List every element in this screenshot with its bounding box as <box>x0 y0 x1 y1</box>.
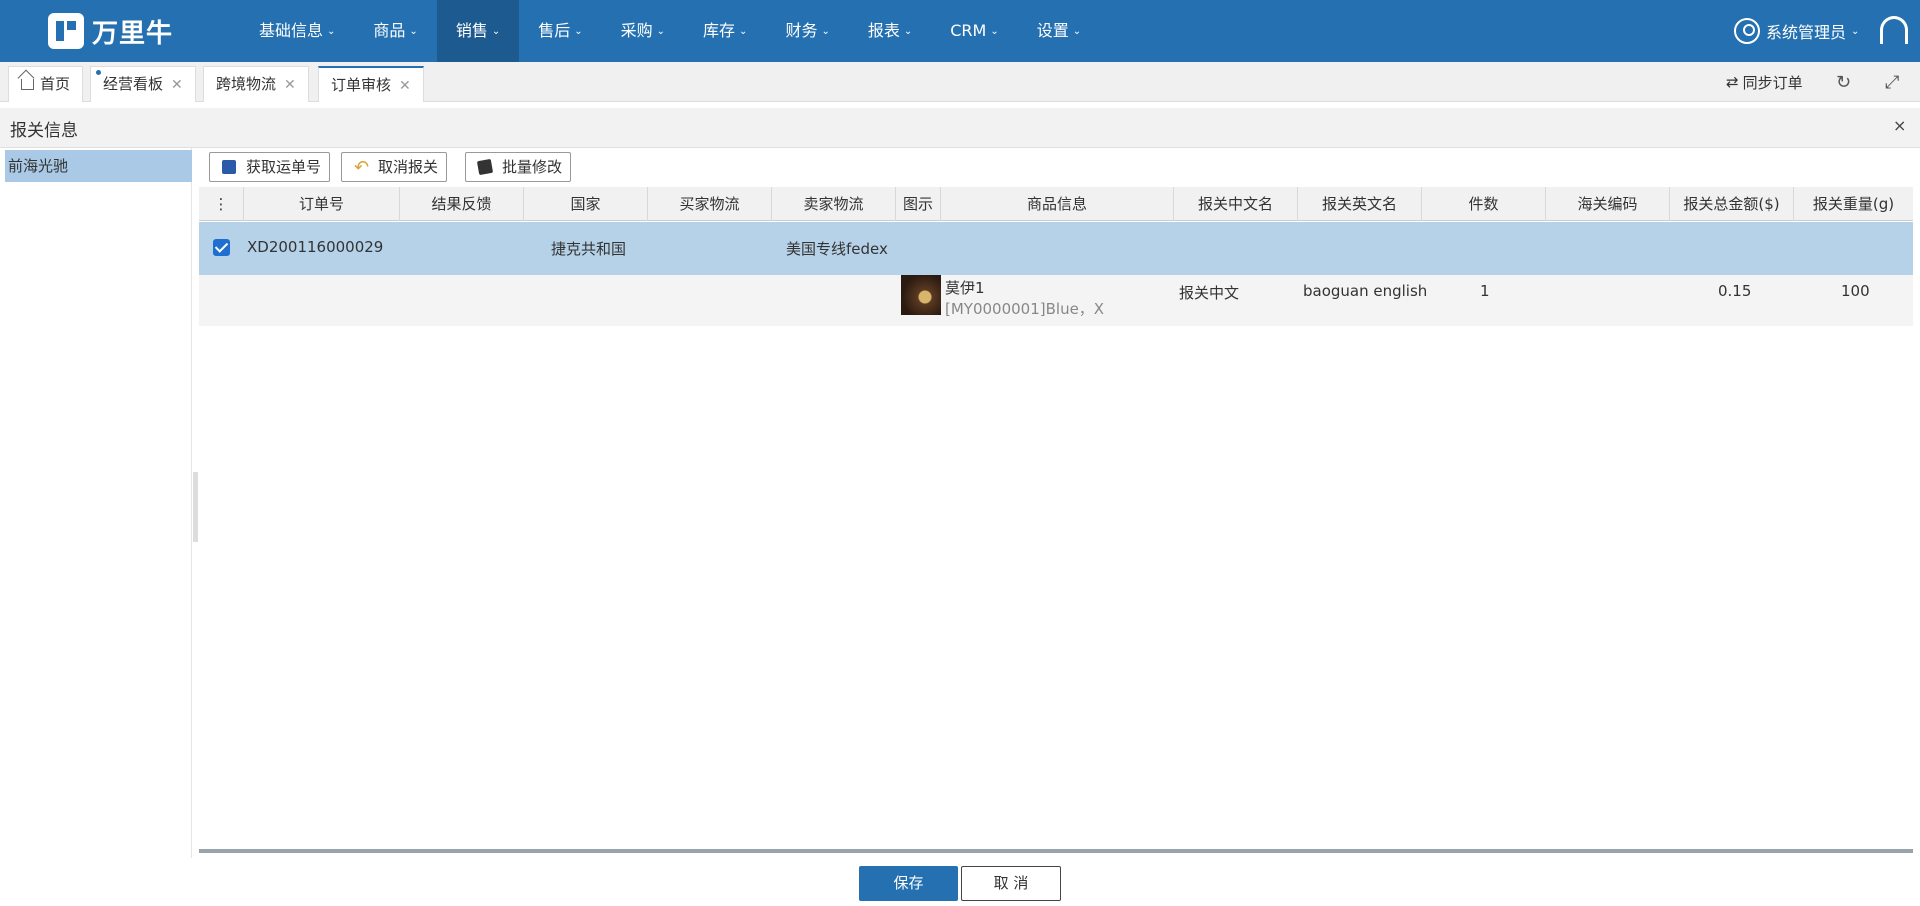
support-headset-icon[interactable] <box>1880 16 1908 44</box>
fullscreen-icon[interactable]: ⤢ <box>1885 72 1899 93</box>
nav-after-sales[interactable]: 售后 ⌄ <box>519 0 601 62</box>
chevron-down-icon: ⌄ <box>491 26 501 37</box>
user-menu[interactable]: 系统管理员 ⌄ <box>1734 0 1859 62</box>
chevron-down-icon: ⌄ <box>656 26 666 37</box>
user-name: 系统管理员 <box>1766 23 1847 42</box>
panel-title: 报关信息 <box>10 121 78 141</box>
nav-reports[interactable]: 报表 ⌄ <box>849 0 931 62</box>
seller-logistics: 美国专线fedex <box>786 240 888 258</box>
row-checkbox[interactable] <box>213 239 230 256</box>
column-header[interactable]: 报关总金额($) <box>1670 187 1794 221</box>
tab-dashboard[interactable]: 经营看板 ✕ <box>90 66 196 102</box>
main-menu: 基础信息 ⌄ 商品 ⌄ 销售 ⌄ 售后 ⌄ 采购 ⌄ 库存 ⌄ 财务 ⌄ 报表 ⌄ CRM ⌄ 设… <box>240 0 1100 62</box>
batch-edit-button[interactable]: 批量修改 <box>465 152 572 182</box>
refresh-icon[interactable]: ↻ <box>1836 72 1851 93</box>
home-icon <box>21 79 34 90</box>
quantity: 1 <box>1480 282 1490 300</box>
chevron-down-icon: ⌄ <box>903 26 913 37</box>
nav-sales[interactable]: 销售 ⌄ <box>436 0 520 62</box>
column-menu-icon[interactable]: ⋮ <box>199 187 244 221</box>
nav-finance[interactable]: 财务 ⌄ <box>766 0 848 62</box>
column-header[interactable]: 国家 <box>524 187 648 221</box>
chevron-down-icon: ⌄ <box>821 26 830 37</box>
user-icon <box>1734 18 1760 44</box>
panel-header: 报关信息 × <box>0 108 1920 148</box>
chevron-down-icon: ⌄ <box>1851 25 1860 37</box>
customs-en-name: baoguan english <box>1303 282 1428 300</box>
column-header[interactable]: 订单号 <box>244 187 400 221</box>
product-thumbnail[interactable] <box>901 275 941 315</box>
grid-header: ⋮ 订单号 结果反馈 国家 买家物流 卖家物流 图示 商品信息 报关中文名 报关… <box>199 187 1913 221</box>
tab-order-review[interactable]: 订单审核 ✕ <box>318 66 424 102</box>
chevron-down-icon: ⌄ <box>327 26 336 37</box>
close-icon[interactable]: × <box>1893 116 1906 135</box>
column-header[interactable]: 结果反馈 <box>400 187 524 221</box>
app-logo[interactable]: 万里牛 <box>48 11 173 51</box>
get-tracking-number-button[interactable]: 获取运单号 <box>209 152 331 182</box>
swap-icon: ⇄ <box>1726 73 1739 91</box>
country: 捷克共和国 <box>551 240 627 258</box>
tab-home[interactable]: 首页 <box>8 66 84 102</box>
document-icon <box>222 160 236 174</box>
undo-arrow-icon: ↶ <box>354 157 370 178</box>
chevron-down-icon: ⌄ <box>409 26 418 37</box>
column-header[interactable]: 报关重量(g) <box>1794 187 1913 221</box>
cancel-button[interactable]: 取 消 <box>961 866 1061 901</box>
close-icon[interactable]: ✕ <box>284 77 296 93</box>
column-header[interactable]: 报关中文名 <box>1174 187 1298 221</box>
customs-cn-name: 报关中文 <box>1179 284 1240 302</box>
nav-basic-info[interactable]: 基础信息 ⌄ <box>240 0 354 62</box>
chevron-down-icon: ⌄ <box>990 26 999 37</box>
edit-icon <box>476 158 494 176</box>
column-header[interactable]: 图示 <box>896 187 941 221</box>
customs-company-list: 前海光驰 <box>0 148 192 858</box>
column-header[interactable]: 卖家物流 <box>772 187 896 221</box>
top-navigation-bar: 万里牛 基础信息 ⌄ 商品 ⌄ 销售 ⌄ 售后 ⌄ 采购 ⌄ 库存 ⌄ 财务 ⌄ 报表 ⌄ CR… <box>0 0 1920 62</box>
column-header[interactable]: 商品信息 <box>941 187 1174 221</box>
product-name: 莫伊1 <box>945 279 985 297</box>
chevron-down-icon: ⌄ <box>1072 26 1082 37</box>
list-item[interactable]: 前海光驰 <box>5 150 192 182</box>
nav-purchase[interactable]: 采购 ⌄ <box>602 0 684 62</box>
table-row[interactable]: 莫伊1 [MY0000001]Blue，X 报关中文 baoguan engli… <box>199 275 1913 326</box>
nav-settings[interactable]: 设置 ⌄ <box>1018 0 1100 62</box>
declared-weight: 100 <box>1841 282 1870 300</box>
column-header[interactable]: 报关英文名 <box>1298 187 1422 221</box>
tab-cross-border-logistics[interactable]: 跨境物流 ✕ <box>203 66 309 102</box>
nav-inventory[interactable]: 库存 ⌄ <box>684 0 766 62</box>
panel-splitter[interactable] <box>193 472 198 542</box>
chevron-down-icon: ⌄ <box>739 26 748 37</box>
cancel-declaration-button[interactable]: ↶ 取消报关 <box>341 152 448 182</box>
sync-orders-button[interactable]: ⇄ 同步订单 <box>1726 62 1803 102</box>
table-row[interactable]: XD200116000029 捷克共和国 美国专线fedex <box>199 222 1913 275</box>
declared-amount: 0.15 <box>1718 282 1752 300</box>
logo-icon <box>48 13 84 49</box>
tab-bar: 首页 经营看板 ✕ 跨境物流 ✕ 订单审核 ✕ <box>0 62 1920 102</box>
unread-dot <box>96 70 101 75</box>
close-icon[interactable]: ✕ <box>399 78 411 94</box>
app-name: 万里牛 <box>92 18 174 49</box>
order-number: XD200116000029 <box>247 238 384 256</box>
nav-products[interactable]: 商品 ⌄ <box>354 0 436 62</box>
column-header[interactable]: 买家物流 <box>648 187 772 221</box>
column-header[interactable]: 件数 <box>1422 187 1546 221</box>
save-button[interactable]: 保存 <box>859 866 958 901</box>
close-icon[interactable]: ✕ <box>171 77 183 93</box>
nav-crm[interactable]: CRM ⌄ <box>931 0 1017 62</box>
product-sku: [MY0000001]Blue，X <box>945 300 1105 318</box>
column-header[interactable]: 海关编码 <box>1546 187 1670 221</box>
chevron-down-icon: ⌄ <box>574 26 583 37</box>
customs-data-grid: ⋮ 订单号 结果反馈 国家 买家物流 卖家物流 图示 商品信息 报关中文名 报关… <box>199 187 1913 853</box>
